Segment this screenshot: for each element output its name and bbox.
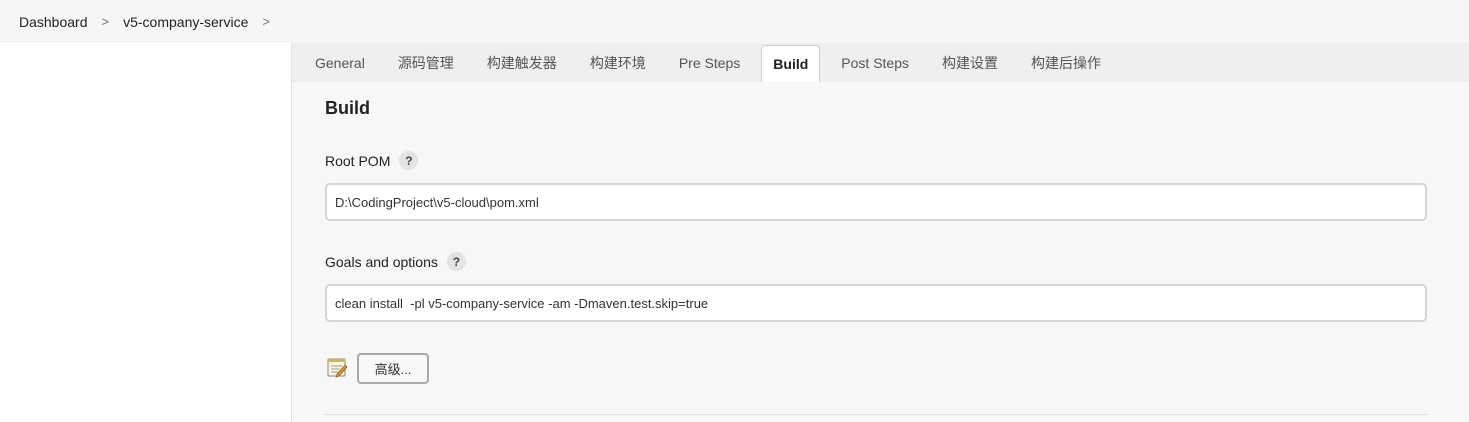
notepad-icon[interactable] — [326, 356, 348, 378]
config-tab-strip: General 源码管理 构建触发器 构建环境 Pre Steps Build … — [292, 43, 1469, 82]
root-pom-label: Root POM ? — [325, 151, 419, 170]
breadcrumb-job[interactable]: v5-company-service — [123, 14, 248, 30]
tab-build-environment[interactable]: 构建环境 — [578, 43, 658, 82]
tab-post-steps[interactable]: Post Steps — [829, 43, 921, 82]
section-divider — [323, 414, 1429, 415]
root-pom-input[interactable] — [325, 183, 1427, 221]
breadcrumb: Dashboard > v5-company-service > — [0, 0, 1469, 43]
tab-general[interactable]: General — [303, 43, 377, 82]
goals-label-text: Goals and options — [325, 253, 438, 270]
root-pom-label-text: Root POM — [325, 152, 391, 169]
goals-label: Goals and options ? — [325, 252, 466, 271]
advanced-button[interactable]: 高级... — [357, 353, 429, 384]
help-icon[interactable]: ? — [446, 252, 466, 271]
tab-source-control[interactable]: 源码管理 — [386, 43, 466, 82]
tab-post-build-actions[interactable]: 构建后操作 — [1019, 43, 1113, 82]
section-title: Build — [325, 98, 370, 118]
tab-pre-steps[interactable]: Pre Steps — [667, 43, 752, 82]
config-panel: General 源码管理 构建触发器 构建环境 Pre Steps Build … — [291, 43, 1469, 422]
breadcrumb-separator: > — [101, 14, 110, 29]
help-icon[interactable]: ? — [399, 151, 419, 170]
goals-input[interactable] — [325, 284, 1427, 322]
breadcrumb-dashboard[interactable]: Dashboard — [0, 14, 88, 30]
tab-build-settings[interactable]: 构建设置 — [930, 43, 1010, 82]
breadcrumb-separator-menu[interactable]: > — [248, 14, 284, 29]
tab-build[interactable]: Build — [761, 45, 821, 82]
tab-build-triggers[interactable]: 构建触发器 — [475, 43, 569, 82]
